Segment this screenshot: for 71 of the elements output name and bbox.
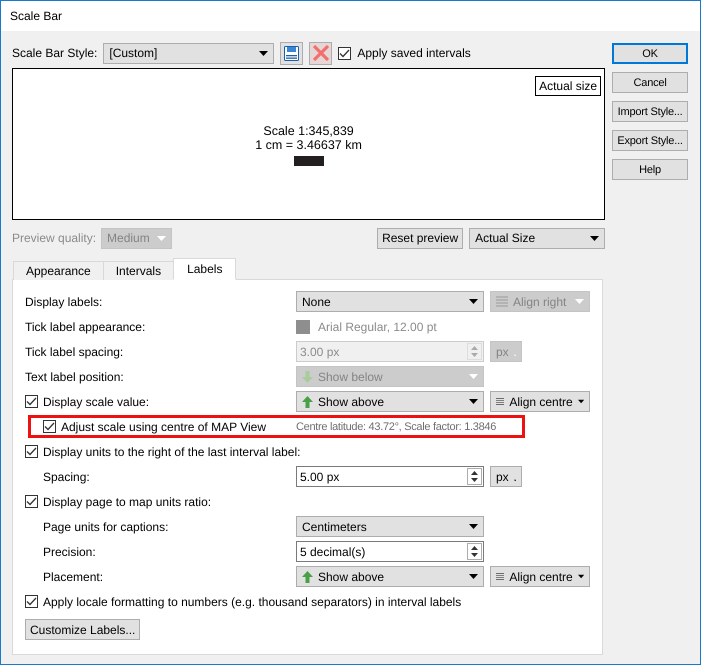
align-icon	[496, 571, 504, 582]
caret-icon	[469, 524, 478, 529]
dropdown[interactable]: Show above	[296, 391, 484, 412]
caret-icon	[590, 236, 600, 240]
spin-field[interactable]: 5.00 px	[296, 466, 484, 487]
quality-label: Preview quality:	[12, 231, 96, 245]
size-badge: Actual size	[535, 76, 602, 96]
caret-icon	[578, 399, 584, 404]
unit-dropdown[interactable]: px	[490, 466, 522, 487]
checkbox[interactable]	[338, 46, 352, 60]
align-icon	[496, 296, 508, 307]
option-label: Display page to map units ratio:	[43, 494, 212, 508]
dialog-button[interactable]: Help	[612, 159, 688, 180]
dropdown[interactable]: Show above	[296, 566, 484, 587]
tab[interactable]: Appearance	[13, 261, 104, 280]
option-label: Tick label spacing:	[25, 344, 124, 358]
down-arrow-icon	[302, 370, 313, 382]
option-label: Tick label appearance:	[25, 320, 146, 334]
close-icon	[312, 45, 329, 61]
scale-info: Centre latitude: 43.72°, Scale factor: 1.3846	[296, 420, 496, 432]
up-arrow-icon	[302, 570, 313, 582]
checkbox[interactable]	[43, 420, 56, 433]
caret-icon	[578, 574, 584, 579]
dropdown[interactable]: None	[296, 291, 484, 312]
spinner-icon	[471, 546, 478, 557]
dialog-button[interactable]: Import Style...	[612, 101, 688, 122]
caret-icon	[259, 50, 268, 56]
scale-bar-sample	[294, 156, 324, 166]
option-label: Adjust scale using centre of MAP View	[61, 420, 266, 434]
customize-labels-button[interactable]: Customize Labels...	[25, 619, 140, 640]
option-label: Spacing:	[43, 470, 90, 484]
dialog-button[interactable]: Export Style...	[612, 130, 688, 151]
option-label: Page units for captions:	[43, 520, 168, 534]
checkbox[interactable]	[25, 495, 38, 508]
style-dropdown[interactable]: [Custom]	[103, 42, 274, 64]
caret-icon	[469, 299, 478, 304]
window-title: Scale Bar	[10, 9, 62, 23]
option-label: Display scale value:	[43, 394, 150, 408]
option-label: Display labels:	[25, 294, 102, 308]
spinner-icon	[471, 346, 478, 357]
caret-icon	[157, 236, 166, 240]
scale-text: 1 cm = 3.46637 km	[255, 138, 362, 152]
scale-text: Scale 1:345,839	[263, 124, 354, 138]
option-label: Precision:	[43, 544, 96, 558]
checkbox[interactable]	[25, 595, 38, 608]
option-label: Apply saved intervals	[357, 46, 471, 60]
tab[interactable]: Intervals	[102, 261, 174, 280]
option-label: Apply locale formatting to numbers (e.g. thousand separators) in interval labels	[43, 594, 462, 608]
option-label: Placement:	[43, 570, 104, 584]
tab[interactable]: Labels	[173, 258, 236, 280]
dropdown[interactable]: Align centre	[490, 566, 590, 587]
option-label: Display units to the right of the last interval label:	[43, 444, 300, 458]
caret-icon	[514, 479, 516, 482]
style-label: Scale Bar Style:	[12, 46, 98, 60]
spinner-icon	[471, 471, 478, 482]
align-icon	[496, 396, 504, 407]
font-description: Arial Regular, 12.00 pt	[318, 320, 437, 334]
option-label: Text label position:	[25, 370, 124, 384]
dropdown[interactable]: Align centre	[490, 391, 590, 412]
dialog-button[interactable]: OK	[612, 43, 688, 64]
dropdown[interactable]: Centimeters	[296, 516, 484, 537]
checkbox[interactable]	[25, 445, 38, 458]
save-button[interactable]	[280, 42, 304, 64]
checkbox[interactable]	[25, 395, 38, 408]
caret-icon	[469, 374, 478, 379]
dialog-button[interactable]: Cancel	[612, 72, 688, 93]
caret-icon	[469, 399, 478, 404]
up-arrow-icon	[302, 396, 313, 408]
caret-icon	[575, 299, 584, 304]
caret-icon	[469, 574, 478, 579]
spin-field[interactable]: 5 decimal(s)	[296, 541, 484, 562]
